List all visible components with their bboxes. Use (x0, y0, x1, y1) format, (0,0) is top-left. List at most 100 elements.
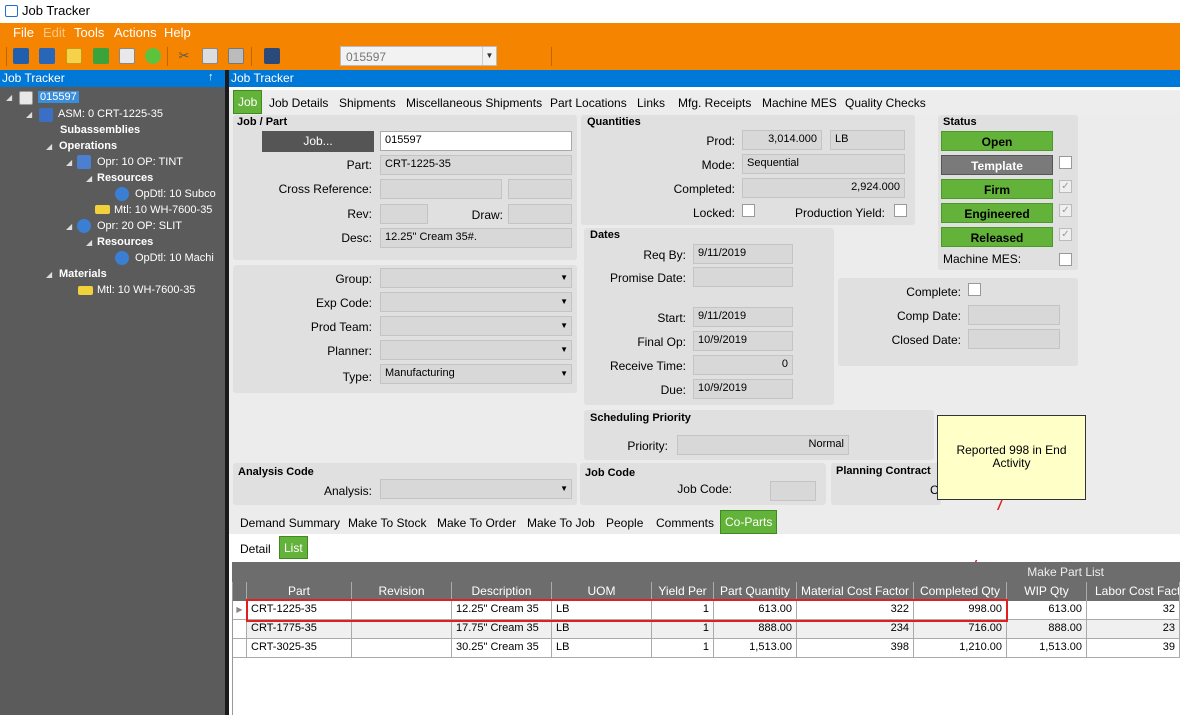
cell-completed-qty[interactable]: 1,210.00 (914, 639, 1007, 658)
tab-machine-mes[interactable]: Machine MES (762, 96, 837, 110)
tab-co-parts[interactable]: Co-Parts (720, 510, 778, 534)
menu-edit[interactable]: Edit (43, 25, 65, 40)
group-select[interactable]: ▼ (380, 268, 572, 288)
cell-material-cost-factor[interactable]: 234 (797, 620, 914, 639)
locked-checkbox[interactable] (742, 204, 755, 217)
col-labor-cost-factor[interactable]: Labor Cost Facto (1087, 582, 1180, 601)
tab-shipments[interactable]: Shipments (339, 96, 396, 110)
cross-reference-field[interactable] (380, 179, 502, 199)
cross-reference-extra-field[interactable] (508, 179, 572, 199)
tree-node-op10-mtl[interactable]: Mtl: 10 WH-7600-35 (114, 204, 212, 216)
tab-detail[interactable]: Detail (240, 542, 271, 556)
tree-node-subassemblies[interactable]: Subassemblies (60, 124, 140, 136)
draw-field[interactable] (508, 204, 572, 224)
job-code-field[interactable] (770, 481, 816, 501)
planner-select[interactable]: ▼ (380, 340, 572, 360)
cell-revision[interactable] (352, 620, 452, 639)
paste-icon[interactable] (228, 48, 244, 64)
req-by-field[interactable]: 9/11/2019 (693, 244, 793, 264)
cell-labor-cost-factor[interactable]: 39 (1087, 639, 1180, 658)
cell-part-quantity[interactable]: 888.00 (714, 620, 797, 639)
chevron-down-icon[interactable]: ▼ (482, 47, 496, 65)
attach-icon[interactable] (145, 48, 161, 64)
closed-date-field[interactable] (968, 329, 1060, 349)
engineered-checkbox[interactable]: ✓ (1059, 204, 1072, 217)
cell-wip-qty[interactable]: 1,513.00 (1007, 639, 1087, 658)
tab-demand-summary[interactable]: Demand Summary (240, 516, 340, 530)
tree-node-job[interactable]: 015597 (38, 91, 79, 103)
job-number-field[interactable]: 015597 (380, 131, 572, 151)
menu-help[interactable]: Help (164, 25, 191, 40)
tab-people[interactable]: People (606, 516, 643, 530)
tab-mfg-receipts[interactable]: Mfg. Receipts (678, 96, 751, 110)
tab-make-to-stock[interactable]: Make To Stock (348, 516, 426, 530)
tab-list[interactable]: List (279, 536, 308, 559)
tree-node-asm[interactable]: ASM: 0 CRT-1225-35 (58, 108, 163, 120)
cell-part[interactable]: CRT-1775-35 (247, 620, 352, 639)
template-status-button[interactable]: Template (941, 155, 1053, 175)
open-icon[interactable] (13, 48, 29, 64)
completed-qty-field[interactable]: 2,924.000 (742, 178, 905, 198)
clear-icon[interactable] (119, 48, 135, 64)
tab-links[interactable]: Links (637, 96, 665, 110)
production-yield-checkbox[interactable] (894, 204, 907, 217)
new-icon[interactable] (66, 48, 82, 64)
promise-date-field[interactable] (693, 267, 793, 287)
cell-part[interactable]: CRT-3025-35 (247, 639, 352, 658)
open-status-button[interactable]: Open (941, 131, 1053, 151)
tab-job-details[interactable]: Job Details (269, 96, 328, 110)
type-select[interactable]: Manufacturing ▼ (380, 364, 572, 384)
tab-make-to-job[interactable]: Make To Job (527, 516, 595, 530)
tab-make-to-order[interactable]: Make To Order (437, 516, 516, 530)
cell-material-cost-factor[interactable]: 398 (797, 639, 914, 658)
copy-icon[interactable] (202, 48, 218, 64)
cell-wip-qty[interactable]: 613.00 (1007, 601, 1087, 620)
cut-icon[interactable]: ✂ (176, 48, 192, 64)
pin-icon[interactable]: ↑ (208, 71, 214, 83)
cell-part-quantity[interactable]: 1,513.00 (714, 639, 797, 658)
tree-node-operations[interactable]: Operations (59, 140, 117, 152)
tab-misc-shipments[interactable]: Miscellaneous Shipments (406, 96, 542, 110)
tree-node-op20-opdtl[interactable]: OpDtl: 10 Machi (135, 252, 214, 264)
exp-code-select[interactable]: ▼ (380, 292, 572, 312)
complete-checkbox[interactable] (968, 283, 981, 296)
comp-date-field[interactable] (968, 305, 1060, 325)
menu-actions[interactable]: Actions (114, 25, 157, 40)
released-checkbox[interactable]: ✓ (1059, 228, 1072, 241)
menu-tools[interactable]: Tools (74, 25, 104, 40)
save-icon[interactable] (39, 48, 55, 64)
cell-description[interactable]: 30.25" Cream 35 (452, 639, 552, 658)
cell-wip-qty[interactable]: 888.00 (1007, 620, 1087, 639)
job-button[interactable]: Job... (262, 131, 374, 152)
tree-node-materials[interactable]: Materials (59, 268, 107, 280)
tab-job[interactable]: Job (233, 90, 263, 114)
analysis-select[interactable]: ▼ (380, 479, 572, 499)
tree-node-op20[interactable]: Opr: 20 OP: SLIT (97, 220, 182, 232)
tab-part-locations[interactable]: Part Locations (550, 96, 627, 110)
firm-checkbox[interactable]: ✓ (1059, 180, 1072, 193)
col-wip-qty[interactable]: WIP Qty (1007, 582, 1087, 601)
row-indicator-icon[interactable]: ▶ (233, 601, 247, 620)
firm-status-button[interactable]: Firm (941, 179, 1053, 199)
prod-qty-field[interactable]: 3,014.000 (742, 130, 822, 150)
receive-time-field[interactable]: 0 (693, 355, 793, 375)
tab-comments[interactable]: Comments (656, 516, 714, 530)
desc-field[interactable]: 12.25" Cream 35#. (380, 228, 572, 248)
released-status-button[interactable]: Released (941, 227, 1053, 247)
engineered-status-button[interactable]: Engineered (941, 203, 1053, 223)
tree-node-op10-resources[interactable]: Resources (97, 172, 153, 184)
start-field[interactable]: 9/11/2019 (693, 307, 793, 327)
cell-yield-per[interactable]: 1 (652, 620, 714, 639)
cell-yield-per[interactable]: 1 (652, 639, 714, 658)
tree-node-op10-opdtl[interactable]: OpDtl: 10 Subco (135, 188, 216, 200)
search-icon[interactable] (264, 48, 280, 64)
prod-team-select[interactable]: ▼ (380, 316, 572, 336)
cell-uom[interactable]: LB (552, 620, 652, 639)
row-selector[interactable] (233, 620, 247, 639)
template-checkbox[interactable] (1059, 156, 1072, 169)
cell-labor-cost-factor[interactable]: 32 (1087, 601, 1180, 620)
tab-quality-checks[interactable]: Quality Checks (845, 96, 926, 110)
tree-node-material-mtl[interactable]: Mtl: 10 WH-7600-35 (97, 284, 195, 296)
cell-revision[interactable] (352, 639, 452, 658)
cell-labor-cost-factor[interactable]: 23 (1087, 620, 1180, 639)
